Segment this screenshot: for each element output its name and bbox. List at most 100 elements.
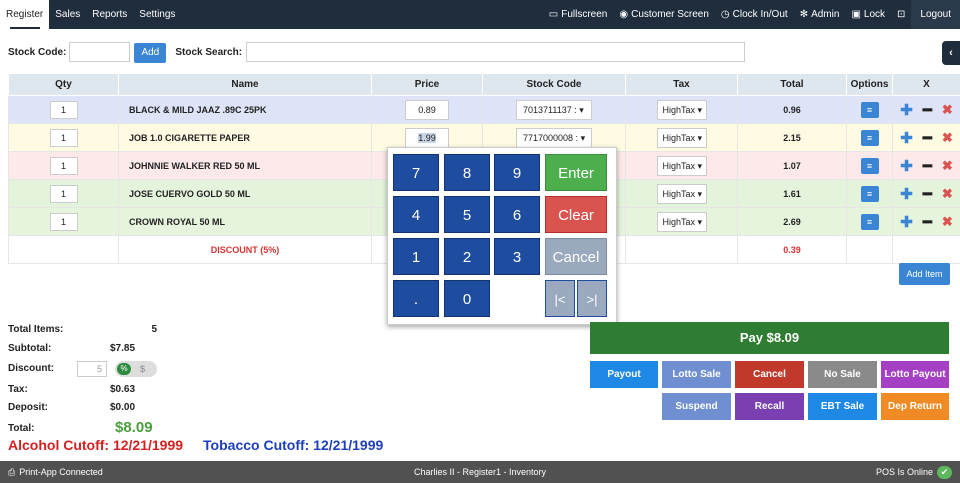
dollar-option[interactable]: $ [140,363,145,375]
header-tax: Tax [625,73,738,96]
delete-icon[interactable]: ✖ [942,102,953,118]
row-total: 2.69 [737,207,847,236]
add-button[interactable]: Add [134,43,167,63]
online-label: POS Is Online [875,467,933,477]
header-options: Options [846,73,893,96]
cancel-button[interactable]: Cancel [735,361,804,388]
deposit-value: $0.00 [110,402,136,413]
exit-icon-button[interactable]: ⊡ [891,0,911,29]
plus-icon[interactable]: ✚ [900,213,913,231]
qty-input[interactable]: 1 [49,128,78,147]
tab-register[interactable]: Register [0,0,50,29]
tab-sales[interactable]: Sales [49,0,86,29]
tax-label: Tax: [8,384,28,395]
pay-button[interactable]: Pay $8.09 [590,322,949,354]
row-total: 1.07 [737,151,847,180]
options-button[interactable]: ≡ [860,213,879,230]
key-5[interactable]: 5 [444,196,490,233]
delete-icon[interactable]: ✖ [942,158,953,174]
no-sale-button[interactable]: No Sale [808,361,877,388]
tax-value: HighTax [662,188,696,199]
side-panel-toggle[interactable]: ‹ [942,41,960,65]
qty-input[interactable]: 1 [49,156,78,175]
lock-icon: ▣ [851,8,861,20]
recall-button[interactable]: Recall [735,393,804,420]
price-input[interactable]: 1.99 [405,127,449,148]
plus-icon[interactable]: ✚ [900,129,913,147]
payout-button[interactable]: Payout [590,361,658,388]
fullscreen-button[interactable]: ▭ Fullscreen [543,0,614,29]
tax-select[interactable]: HighTax ▾ [656,155,707,176]
first-key[interactable]: |< [545,280,575,317]
key-1[interactable]: 1 [393,238,439,275]
qty-input[interactable]: 1 [49,184,78,203]
monitor-icon: ▭ [548,8,559,20]
key-8[interactable]: 8 [444,154,490,191]
discount-type-toggle[interactable]: % $ [115,361,157,377]
options-button[interactable]: ≡ [860,101,879,118]
key-3[interactable]: 3 [494,238,540,275]
gear-icon: ✻ [799,8,809,20]
enter-key[interactable]: Enter [545,154,607,191]
delete-icon[interactable]: ✖ [942,186,953,202]
plus-icon[interactable]: ✚ [900,157,913,175]
lotto-sale-button[interactable]: Lotto Sale [662,361,731,388]
stock-code-select[interactable]: 7013711137 : ▾ [516,99,592,120]
stock-code-input[interactable] [69,42,131,62]
add-item-button[interactable]: Add Item [899,263,950,285]
lock-button[interactable]: ▣ Lock [845,0,891,29]
minus-icon[interactable]: ━ [923,185,932,203]
qty-input[interactable]: 1 [49,212,78,231]
stock-search-input[interactable] [246,42,746,62]
options-button[interactable]: ≡ [860,185,879,202]
minus-icon[interactable]: ━ [923,129,932,147]
logout-button[interactable]: Logout [911,0,960,29]
key-9[interactable]: 9 [494,154,540,191]
tax-select[interactable]: HighTax ▾ [656,99,707,120]
top-nav: Register Sales Reports Settings ▭ Fullscr… [0,0,960,29]
tax-select[interactable]: HighTax ▾ [656,183,707,204]
qty-input[interactable]: 1 [49,100,78,119]
stock-code-select[interactable]: 7717000008 : ▾ [516,127,592,148]
stock-code-label: Stock Code: [8,46,67,58]
plus-icon[interactable]: ✚ [900,185,913,203]
minus-icon[interactable]: ━ [923,101,932,119]
key-7[interactable]: 7 [393,154,439,191]
table-header: Qty Name Price Stock Code Tax Total Opti… [8,73,960,96]
key-6[interactable]: 6 [494,196,540,233]
options-button[interactable]: ≡ [860,157,879,174]
last-key[interactable]: >| [577,280,607,317]
cancel-key[interactable]: Cancel [545,238,607,275]
caret-down-icon: ▾ [697,188,703,199]
print-app-status: ⎙ Print-App Connected [8,461,103,483]
minus-icon[interactable]: ━ [923,157,932,175]
key-4[interactable]: 4 [393,196,439,233]
options-button[interactable]: ≡ [860,129,879,146]
cutoff-line: Alcohol Cutoff: 12/21/1999 Tobacco Cutoff… [8,437,383,453]
tab-settings[interactable]: Settings [133,0,181,29]
dep-return-button[interactable]: Dep Return [881,393,949,420]
price-input[interactable]: 0.89 [405,99,449,120]
discount-input[interactable]: 5 [77,361,107,377]
customer-screen-button[interactable]: ◉ Customer Screen [613,0,715,29]
lotto-payout-button[interactable]: Lotto Payout [881,361,949,388]
clock-button[interactable]: ◷ Clock In/Out [715,0,794,29]
key-0[interactable]: 0 [444,280,490,317]
delete-icon[interactable]: ✖ [942,214,953,230]
tab-reports[interactable]: Reports [86,0,133,29]
price-value: 1.99 [418,132,436,143]
ebt-sale-button[interactable]: EBT Sale [808,393,877,420]
tax-select[interactable]: HighTax ▾ [656,211,707,232]
minus-icon[interactable]: ━ [923,213,932,231]
suspend-button[interactable]: Suspend [662,393,731,420]
total-label: Total: [8,423,35,434]
percent-option[interactable]: % [117,363,131,375]
clear-key[interactable]: Clear [545,196,607,233]
delete-icon[interactable]: ✖ [942,130,953,146]
clock-label: Clock In/Out [732,9,788,20]
key-2[interactable]: 2 [444,238,490,275]
admin-button[interactable]: ✻ Admin [794,0,846,29]
plus-icon[interactable]: ✚ [900,101,913,119]
tax-select[interactable]: HighTax ▾ [656,127,707,148]
key-decimal[interactable]: . [393,280,439,317]
